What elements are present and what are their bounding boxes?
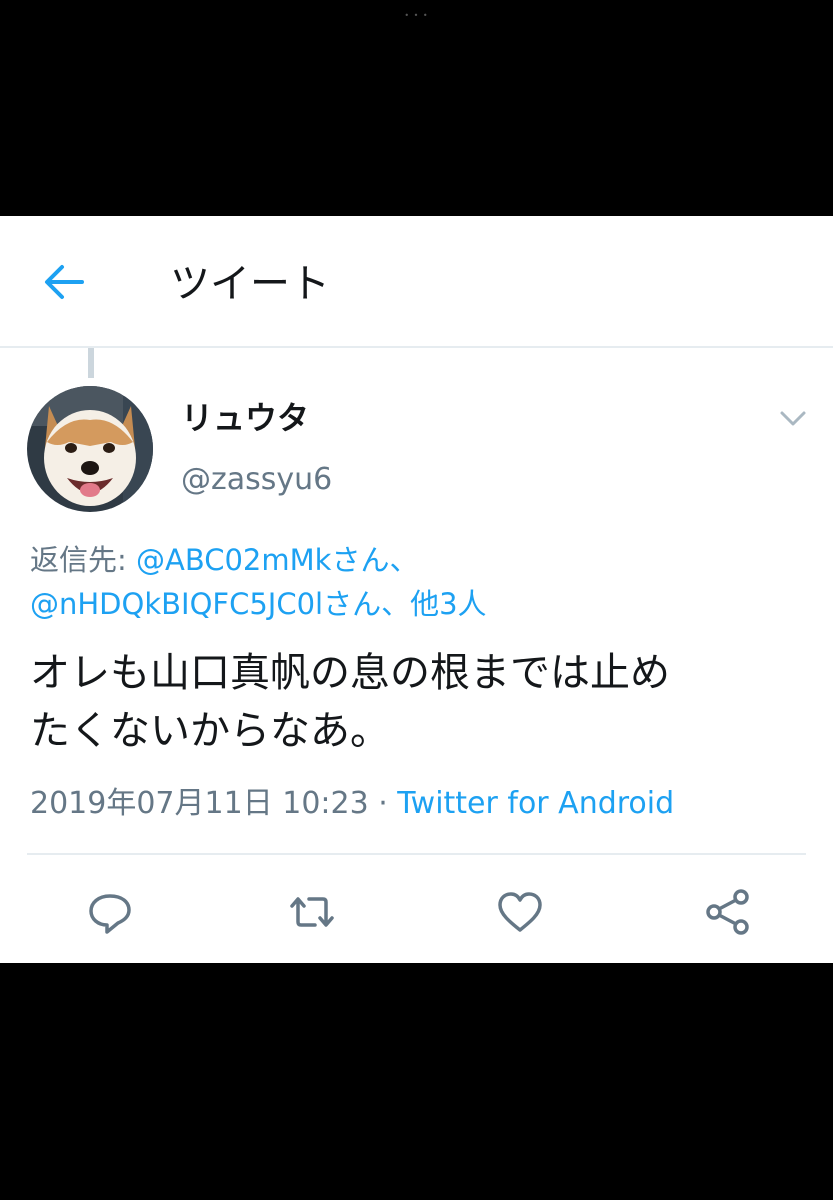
meta-separator: · xyxy=(368,786,398,821)
tweet-metadata: 2019年07月11日 10:23 · Twitter for Android xyxy=(30,782,674,826)
dog-avatar-image xyxy=(27,386,153,512)
divider xyxy=(27,853,806,855)
top-app-bar: ツイート xyxy=(0,216,833,348)
reply-button[interactable] xyxy=(80,882,140,942)
page-title: ツイート xyxy=(170,261,330,307)
status-dots: • • • xyxy=(404,11,429,20)
chevron-down-icon xyxy=(780,411,806,426)
reply-mention-link[interactable]: @nHDQkBIQFC5JC0lさん、他3人 xyxy=(30,587,487,621)
comment-icon xyxy=(89,894,131,934)
source-app-link[interactable]: Twitter for Android xyxy=(397,786,674,821)
reply-to-prefix: 返信先: xyxy=(30,543,136,577)
arrow-left-icon xyxy=(45,265,84,299)
heart-icon xyxy=(498,892,542,932)
user-handle[interactable]: @zassyu6 xyxy=(181,460,332,500)
share-icon xyxy=(706,889,749,935)
avatar[interactable] xyxy=(27,386,153,512)
tweet-detail-card: ツイート リュウタ @zassyu6 返信先: @ABC02mMkさん、 @nH… xyxy=(0,216,833,963)
display-name[interactable]: リュウタ xyxy=(181,398,309,438)
tweet-text-line: オレも山口真帆の息の根までは止め xyxy=(30,650,670,696)
tweet-text: オレも山口真帆の息の根までは止め たくないからなあ。 xyxy=(30,644,820,760)
retweet-button[interactable] xyxy=(282,882,342,942)
timestamp: 2019年07月11日 10:23 xyxy=(30,786,369,821)
tweet-actions-bar xyxy=(0,882,833,942)
reply-to-line: 返信先: @ABC02mMkさん、 @nHDQkBIQFC5JC0lさん、他3人 xyxy=(30,538,487,626)
like-button[interactable] xyxy=(490,882,550,942)
thread-connector-line xyxy=(88,348,94,378)
reply-mention-link[interactable]: @ABC02mMkさん、 xyxy=(136,543,418,577)
retweet-icon xyxy=(290,897,334,927)
tweet-text-line: たくないからなあ。 xyxy=(30,708,390,754)
tweet-options-button[interactable] xyxy=(778,406,808,430)
share-button[interactable] xyxy=(698,882,758,942)
back-button[interactable] xyxy=(42,262,86,302)
